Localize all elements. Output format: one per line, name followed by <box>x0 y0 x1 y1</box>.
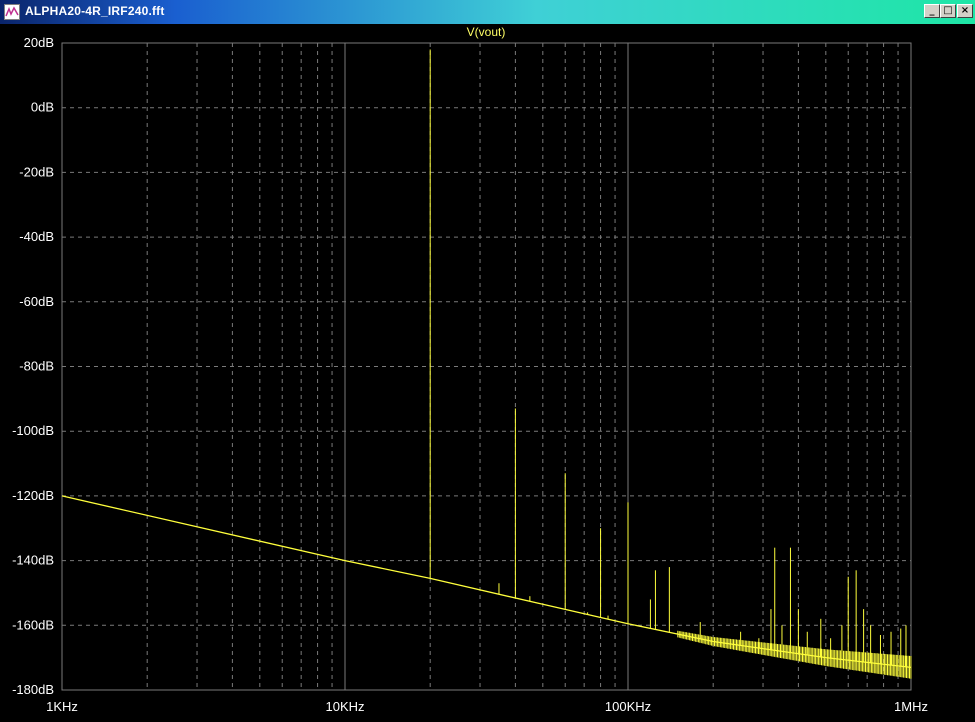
y-tick-label: -120dB <box>12 488 54 503</box>
plot-area[interactable]: 20dB 0dB -20dB -40dB -60dB -80dB -100dB -120dB -… <box>0 24 975 722</box>
trace-title[interactable]: V(vout) <box>467 25 506 39</box>
maximize-button[interactable]: □ <box>940 4 956 18</box>
y-tick-label: -100dB <box>12 423 54 438</box>
y-tick-label: 0dB <box>31 100 54 115</box>
y-tick-label: -140dB <box>12 553 54 568</box>
x-tick-label: 100KHz <box>605 699 651 714</box>
y-tick-label: -180dB <box>12 682 54 697</box>
plot-background <box>0 24 975 722</box>
x-tick-label: 1KHz <box>46 699 78 714</box>
y-tick-label: -20dB <box>19 164 54 179</box>
y-tick-label: -60dB <box>19 294 54 309</box>
y-tick-label: -160dB <box>12 617 54 632</box>
minimize-button[interactable]: _ <box>924 4 940 18</box>
close-button[interactable]: × <box>957 4 973 18</box>
x-tick-label: 10KHz <box>325 699 364 714</box>
x-tick-label: 1MHz <box>894 699 928 714</box>
y-tick-label: -40dB <box>19 229 54 244</box>
y-tick-label: -80dB <box>19 359 54 374</box>
y-tick-label: 20dB <box>24 35 54 50</box>
fft-plot-window: ALPHA20-4R_IRF240.fft _ □ × 20dB 0dB -20dB… <box>0 0 975 722</box>
fft-chart[interactable]: 20dB 0dB -20dB -40dB -60dB -80dB -100dB -120dB -… <box>0 24 975 722</box>
title-bar[interactable]: ALPHA20-4R_IRF240.fft _ □ × <box>0 0 975 25</box>
window-title: ALPHA20-4R_IRF240.fft <box>25 4 165 18</box>
waveform-icon <box>4 4 20 20</box>
